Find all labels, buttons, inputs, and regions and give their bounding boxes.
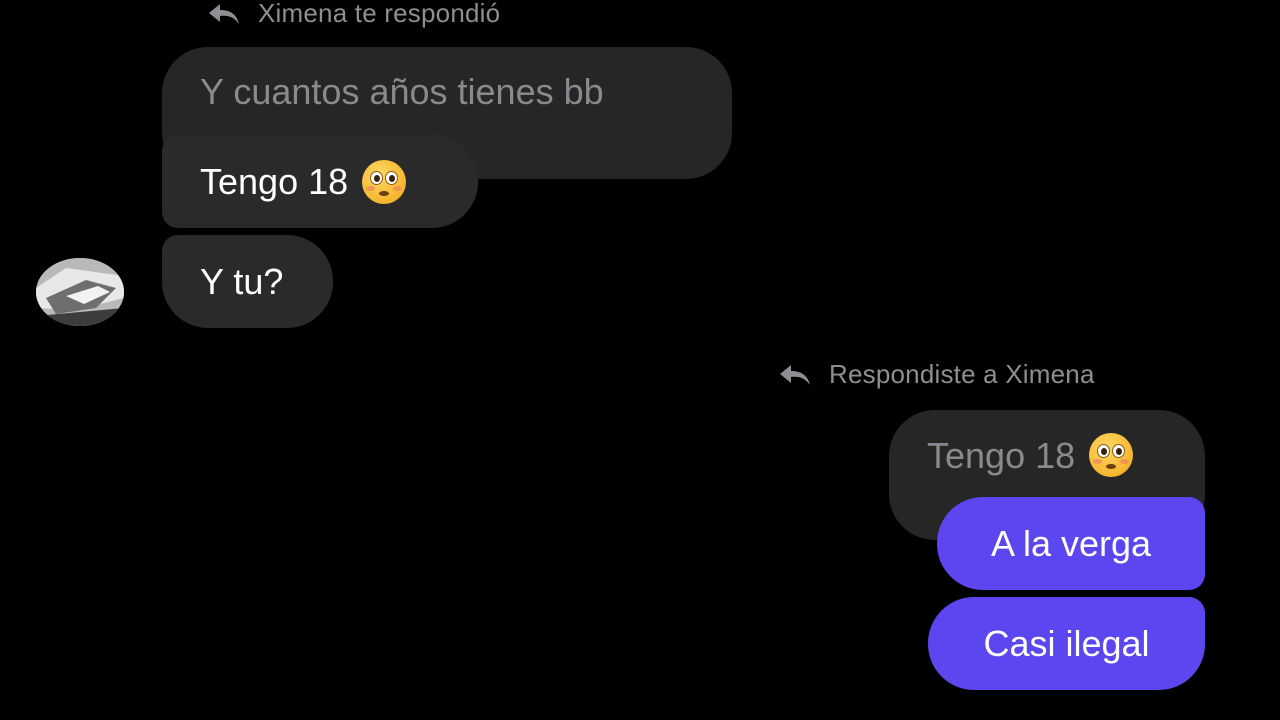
flushed-face-emoji [1089, 433, 1134, 477]
incoming-reply-label: Ximena te respondió [206, 0, 500, 29]
incoming-message-text: Y tu? [200, 260, 284, 302]
incoming-message-text: Tengo 18 [200, 160, 349, 202]
outgoing-message-text: Casi ilegal [983, 622, 1150, 664]
reply-arrow-icon [209, 3, 239, 24]
flushed-face-emoji [362, 159, 407, 204]
contact-avatar[interactable] [36, 258, 124, 326]
outgoing-reply-label-text: Respondiste a Ximena [829, 359, 1095, 389]
incoming-quoted-text: Y cuantos años tienes bb [200, 71, 604, 112]
chat-thread: Ximena te respondió Y cuantos años tiene… [0, 0, 1280, 720]
outgoing-reply-label: Respondiste a Ximena [777, 359, 1095, 390]
reply-arrow-icon [780, 364, 810, 385]
incoming-message[interactable]: Y tu? [162, 235, 333, 328]
outgoing-message[interactable]: A la verga [937, 497, 1205, 590]
outgoing-message[interactable]: Casi ilegal [928, 597, 1205, 690]
incoming-message[interactable]: Tengo 18 [162, 135, 478, 228]
incoming-reply-label-text: Ximena te respondió [258, 0, 501, 28]
outgoing-quoted-text: Tengo 18 [927, 435, 1076, 476]
outgoing-message-text: A la verga [990, 522, 1152, 564]
